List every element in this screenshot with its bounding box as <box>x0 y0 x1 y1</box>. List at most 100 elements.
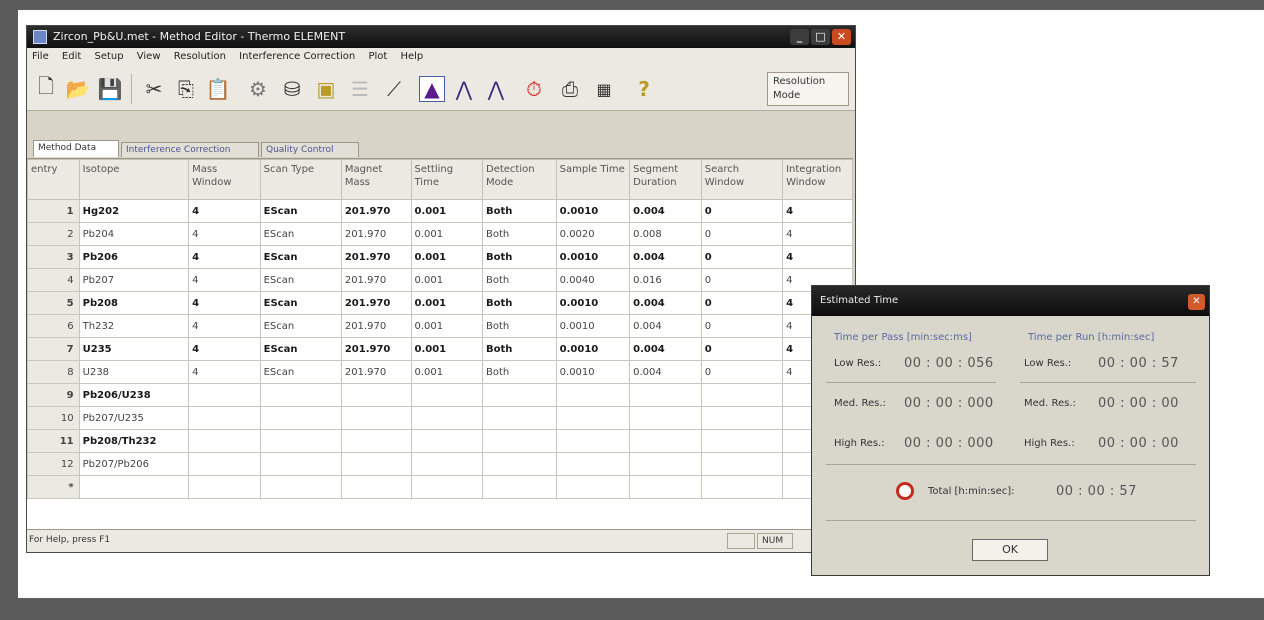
table-cell[interactable] <box>700 383 784 407</box>
table-cell[interactable]: 4 <box>188 291 261 315</box>
menu-view[interactable]: View <box>132 48 166 62</box>
table-cell[interactable] <box>340 429 412 453</box>
table-row[interactable]: 4 Pb207 4 EScan 201.970 0.001 Both 0.0040 0.016 0… <box>27 268 853 292</box>
table-cell[interactable]: 201.970 <box>340 291 412 315</box>
table-cell[interactable]: Both <box>482 222 557 246</box>
table-cell[interactable] <box>629 383 702 407</box>
tab-interference-correction[interactable]: Interference Correction <box>121 142 259 157</box>
table-cell[interactable]: 0.001 <box>410 337 483 361</box>
table-cell[interactable]: Th232 <box>78 314 190 338</box>
table-cell[interactable]: 4 <box>782 245 853 269</box>
save-icon[interactable]: 💾 <box>97 76 123 102</box>
table-cell[interactable] <box>482 475 557 499</box>
column-header[interactable]: Settling Time <box>410 159 483 200</box>
table-cell[interactable]: 0.0040 <box>555 268 631 292</box>
table-cell[interactable]: Pb208/Th232 <box>78 429 190 453</box>
table-cell[interactable]: 201.970 <box>340 337 412 361</box>
table-cell[interactable] <box>482 383 557 407</box>
table-cell[interactable]: Pb207 <box>78 268 190 292</box>
table-cell[interactable]: 0.0020 <box>555 222 631 246</box>
menu-help[interactable]: Help <box>395 48 428 62</box>
table-cell[interactable]: 0.0010 <box>555 314 631 338</box>
minimize-button[interactable]: _ <box>790 29 809 45</box>
table-cell[interactable]: Pb208 <box>78 291 190 315</box>
table-cell[interactable]: 0.016 <box>629 268 702 292</box>
table-cell[interactable] <box>188 406 261 430</box>
table-cell[interactable]: EScan <box>259 360 342 384</box>
help-icon[interactable]: ? <box>631 76 657 102</box>
table-cell[interactable] <box>482 452 557 476</box>
table-cell[interactable]: 0.001 <box>410 291 483 315</box>
table-cell[interactable]: 201.970 <box>340 268 412 292</box>
calculator-icon[interactable]: ▦ <box>591 76 617 102</box>
table-row[interactable]: 7 U235 4 EScan 201.970 0.001 Both 0.0010 0.004 0 4 <box>27 337 853 361</box>
menu-interference-correction[interactable]: Interference Correction <box>234 48 360 62</box>
column-header[interactable]: Scan Type <box>259 159 342 200</box>
table-cell[interactable]: 0 <box>700 360 784 384</box>
table-cell[interactable]: Both <box>482 314 557 338</box>
table-cell[interactable]: EScan <box>259 291 342 315</box>
table-cell[interactable]: 201.970 <box>340 199 412 223</box>
table-cell[interactable]: Pb206/U238 <box>78 383 190 407</box>
table-cell[interactable] <box>555 406 631 430</box>
table-cell[interactable] <box>188 475 261 499</box>
column-header[interactable]: entry <box>27 159 80 200</box>
ok-button[interactable]: OK <box>972 539 1048 561</box>
table-cell[interactable] <box>482 429 557 453</box>
table-cell[interactable]: 4 <box>782 222 853 246</box>
table-cell[interactable]: Pb204 <box>78 222 190 246</box>
column-header[interactable]: Segment Duration <box>629 159 702 200</box>
table-cell[interactable]: Both <box>482 245 557 269</box>
table-cell[interactable] <box>700 475 784 499</box>
table-cell[interactable]: EScan <box>259 245 342 269</box>
gear-icon[interactable]: ⚙ <box>245 76 271 102</box>
column-header[interactable]: Integration Window <box>782 159 853 200</box>
table-cell[interactable]: 0.0010 <box>555 199 631 223</box>
table-cell[interactable]: 4 <box>188 360 261 384</box>
column-header[interactable]: Detection Mode <box>482 159 557 200</box>
table-cell[interactable] <box>78 475 190 499</box>
table-row[interactable]: 2 Pb204 4 EScan 201.970 0.001 Both 0.0020 0.008 0… <box>27 222 853 246</box>
table-cell[interactable]: 4 <box>188 245 261 269</box>
list-icon[interactable]: ☰ <box>347 76 373 102</box>
table-row[interactable]: 8 U238 4 EScan 201.970 0.001 Both 0.0010 0.004 0 4 <box>27 360 853 384</box>
table-cell[interactable]: 0 <box>700 314 784 338</box>
table-cell[interactable]: Pb207/Pb206 <box>78 452 190 476</box>
table-cell[interactable]: 4 <box>188 268 261 292</box>
table-cell[interactable]: 0 <box>700 245 784 269</box>
table-cell[interactable] <box>340 406 412 430</box>
table-cell[interactable]: 4 <box>188 337 261 361</box>
new-icon[interactable]: 🗋 <box>33 74 59 102</box>
table-cell[interactable]: 0.008 <box>629 222 702 246</box>
table-cell[interactable] <box>259 452 342 476</box>
paste-icon[interactable]: 📋 <box>205 76 231 102</box>
med-res-icon[interactable]: ⋀ <box>451 76 477 102</box>
table-cell[interactable] <box>340 383 412 407</box>
table-cell[interactable] <box>340 475 412 499</box>
table-cell[interactable]: Both <box>482 360 557 384</box>
table-row[interactable]: 5 Pb208 4 EScan 201.970 0.001 Both 0.0010 0.004 0… <box>27 291 853 315</box>
table-cell[interactable]: 201.970 <box>340 360 412 384</box>
table-cell[interactable]: 0.004 <box>629 199 702 223</box>
table-cell[interactable]: Hg202 <box>78 199 190 223</box>
table-cell[interactable]: 0.004 <box>629 337 702 361</box>
wand-icon[interactable]: ⟋ <box>381 76 407 102</box>
table-cell[interactable] <box>340 452 412 476</box>
table-cell[interactable]: 4 <box>188 199 261 223</box>
table-row[interactable]: 12 Pb207/Pb206 <box>27 452 853 476</box>
table-cell[interactable] <box>188 429 261 453</box>
high-res-icon[interactable]: ⋀ <box>483 76 509 102</box>
table-cell[interactable] <box>700 429 784 453</box>
table-cell[interactable] <box>410 475 483 499</box>
table-cell[interactable] <box>410 429 483 453</box>
open-icon[interactable]: 📂 <box>65 76 91 102</box>
table-cell[interactable] <box>410 383 483 407</box>
table-cell[interactable] <box>629 475 702 499</box>
table-cell[interactable]: 0 <box>700 199 784 223</box>
column-header[interactable]: Search Window <box>700 159 784 200</box>
table-row[interactable]: 1 Hg202 4 EScan 201.970 0.001 Both 0.0010 0.004 0… <box>27 199 853 223</box>
table-cell[interactable]: 0 <box>700 222 784 246</box>
table-row[interactable]: 10 Pb207/U235 <box>27 406 853 430</box>
menu-file[interactable]: File <box>27 48 54 62</box>
table-cell[interactable]: Both <box>482 268 557 292</box>
